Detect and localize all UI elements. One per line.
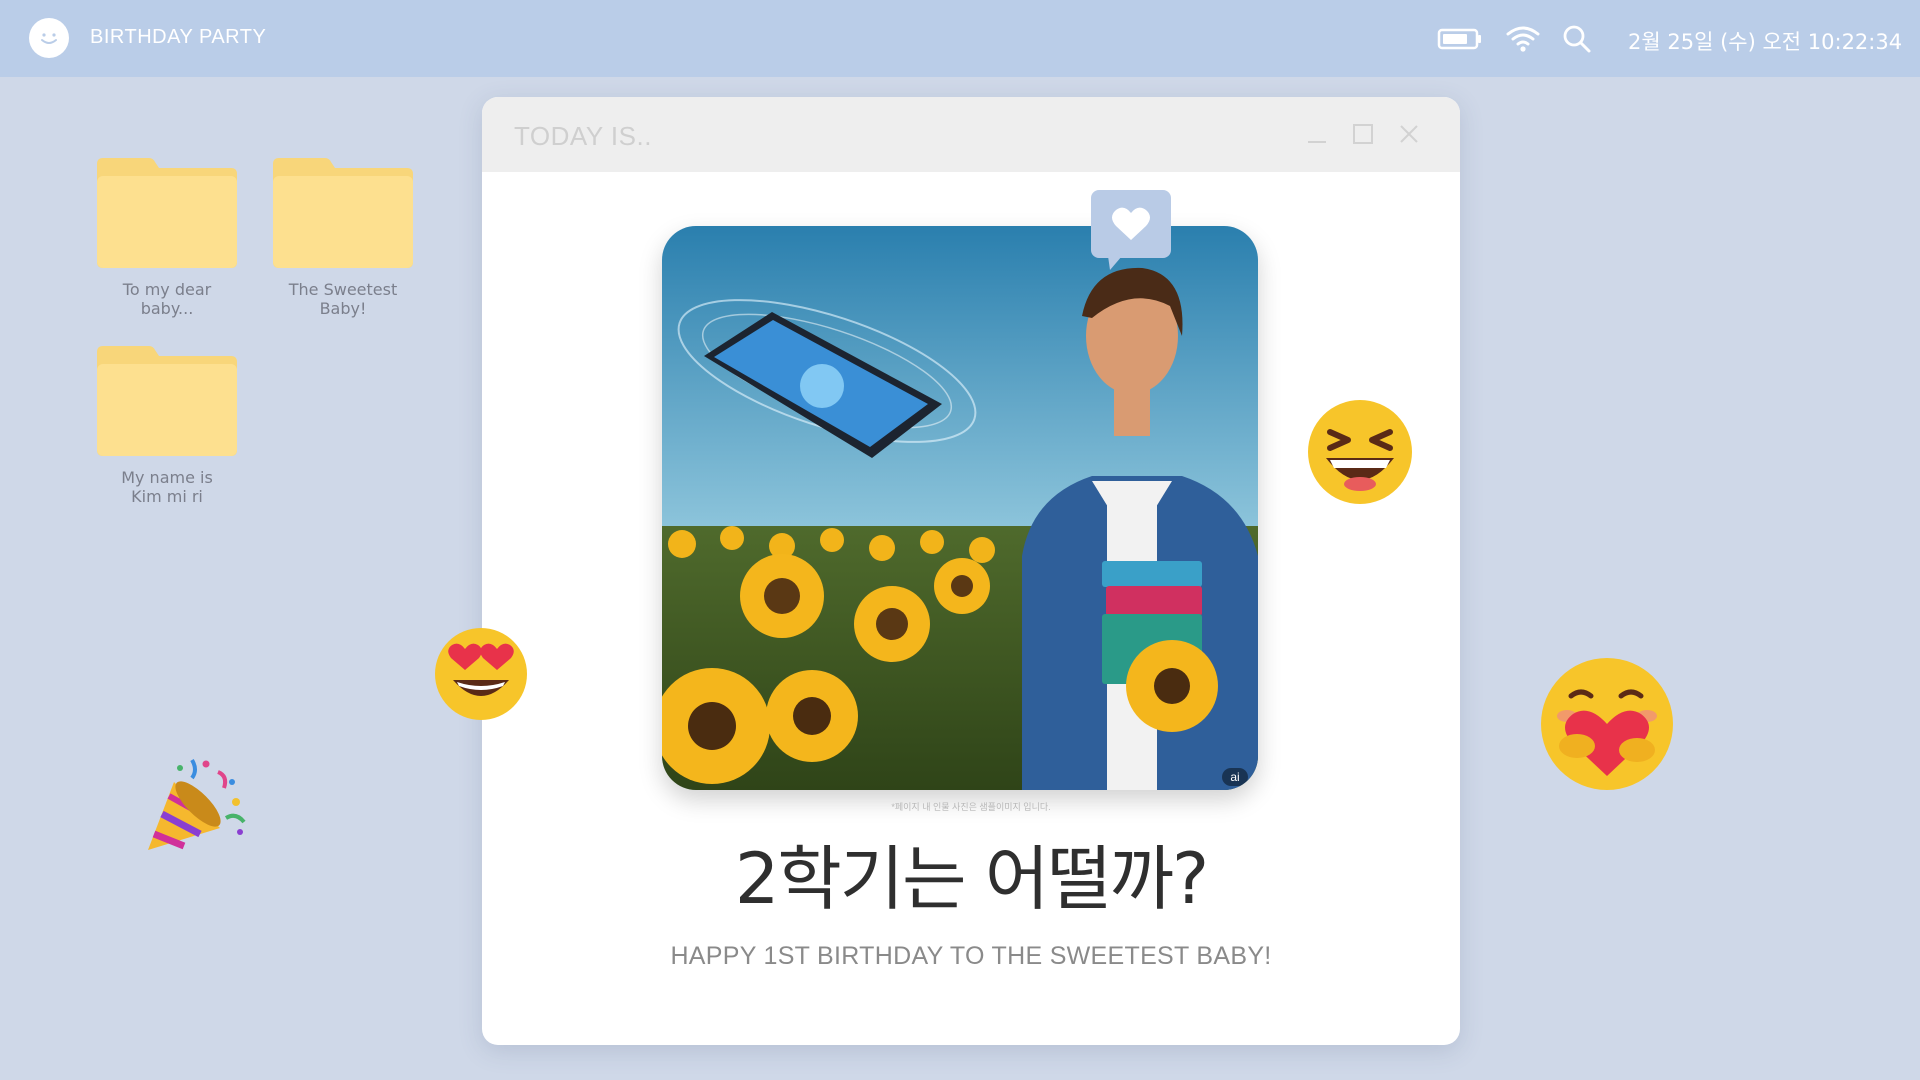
wifi-icon[interactable] — [1505, 22, 1541, 54]
folder-icon — [97, 346, 237, 456]
desktop-folder-2[interactable]: The Sweetest Baby! — [263, 158, 423, 318]
minimize-icon[interactable] — [1306, 123, 1328, 145]
top-bar: BIRTHDAY PARTY 2월 25일 (수) 오전 10:22:34 — [0, 0, 1920, 77]
headline: 2학기는 어떨까? — [734, 838, 1209, 920]
battery-icon[interactable] — [1437, 22, 1483, 54]
folder-icon — [273, 158, 413, 268]
heart-eyes-emoji — [435, 628, 527, 720]
laughing-emoji — [1308, 400, 1412, 504]
folder-label: My name is Kim mi ri — [121, 468, 213, 506]
window-titlebar[interactable]: TODAY IS.. — [482, 97, 1460, 172]
search-icon[interactable] — [1562, 22, 1592, 54]
desktop-folder-3[interactable]: My name is Kim mi ri — [87, 346, 247, 506]
ai-badge: ai — [1222, 768, 1248, 786]
desktop-folder-1[interactable]: To my dear baby... — [87, 158, 247, 318]
maximize-icon[interactable] — [1352, 123, 1374, 145]
app-title: BIRTHDAY PARTY — [90, 26, 267, 48]
folder-icon — [97, 158, 237, 268]
party-popper-emoji — [148, 758, 246, 850]
window-title: TODAY IS.. — [514, 121, 652, 151]
smiley-face-icon[interactable] — [29, 18, 69, 58]
close-icon[interactable] — [1398, 123, 1420, 145]
birthday-message: HAPPY 1ST BIRTHDAY TO THE SWEETEST BABY! — [670, 942, 1272, 970]
sample-image-disclaimer: *페이지 내 인물 사진은 샘플이미지 입니다. — [891, 802, 1051, 812]
sample-photo: ai — [662, 226, 1258, 790]
datetime-clock: 2월 25일 (수) 오전 10:22:34 — [1628, 30, 1903, 54]
hugging-heart-emoji — [1541, 658, 1673, 790]
today-window: TODAY IS.. ai *페이지 내 인물 사진은 샘플이미지 입니다. 2… — [482, 97, 1460, 1045]
heart-speech-bubble-icon — [1091, 190, 1171, 270]
folder-label: To my dear baby... — [122, 280, 212, 318]
folder-label: The Sweetest Baby! — [288, 280, 398, 318]
